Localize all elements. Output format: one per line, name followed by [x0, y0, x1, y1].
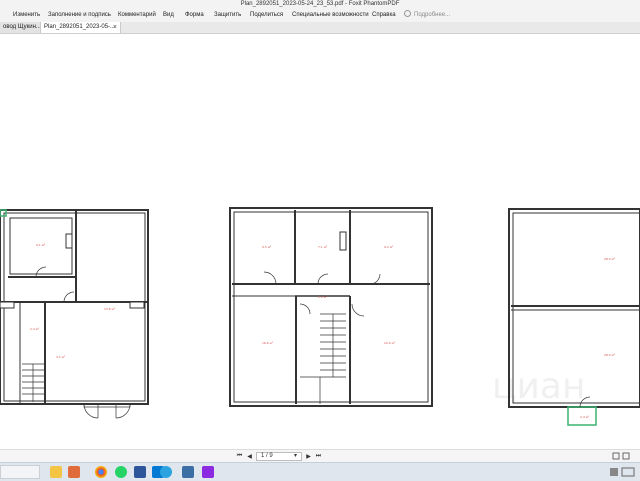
search-hint-text: Подробнее... — [414, 12, 451, 18]
document-view[interactable]: 9.1 м² 13.8 м² 2.4 м² 3.1 м² 9.5 м² 7.1 … — [0, 34, 640, 448]
tab-previous-document[interactable]: овод Щукин... — [0, 22, 41, 33]
menu-fill-sign[interactable]: Заполнение и подпись — [48, 9, 111, 22]
menu-bar: Изменить Заполнение и подпись Комментари… — [0, 9, 640, 22]
room-label: 2.4 м² — [580, 415, 590, 419]
room-label: 2.0 м² — [318, 295, 328, 299]
title-bar: Plan_2892051_2023-05-24_23_53.pdf - Foxi… — [0, 0, 640, 9]
page-number-input[interactable]: 1 / 9 ▾ — [256, 452, 302, 461]
tab-label: Plan_2892051_2023-05-... — [44, 24, 116, 30]
room-label: 16.6 м² — [262, 341, 274, 345]
tab-label: овод Щукин... — [3, 24, 41, 30]
file-explorer-icon[interactable] — [50, 466, 62, 478]
tab-plan-document[interactable]: Plan_2892051_2023-05-... × — [41, 22, 121, 33]
first-page-button[interactable]: ⏮ — [236, 453, 243, 461]
menu-accessibility[interactable]: Специальные возможности — [292, 9, 369, 22]
previous-page-button[interactable]: ◀ — [246, 453, 253, 461]
menu-view[interactable]: Вид — [163, 9, 174, 22]
room-label: 3.1 м² — [56, 355, 66, 359]
floor-plan-2 — [229, 207, 433, 407]
last-page-button[interactable]: ⏭ — [315, 453, 322, 461]
system-tray-icon[interactable] — [608, 466, 638, 478]
telegram-icon[interactable] — [160, 466, 172, 478]
lightbulb-icon — [404, 10, 411, 17]
room-label: 7.1 м² — [318, 245, 328, 249]
next-page-button[interactable]: ▶ — [305, 453, 312, 461]
word-icon[interactable] — [134, 466, 146, 478]
room-label: 9.1 м² — [36, 243, 46, 247]
page-navigation: ⏮ ◀ 1 / 9 ▾ ▶ ⏭ — [236, 452, 322, 461]
taskbar-search[interactable] — [0, 465, 40, 479]
menu-edit[interactable]: Изменить — [13, 9, 40, 22]
foxit-icon[interactable] — [202, 466, 214, 478]
menu-share[interactable]: Поделиться — [250, 9, 283, 22]
page-label: 1 / 9 — [261, 453, 273, 459]
chrome-icon[interactable] — [95, 466, 107, 478]
room-label: 28.0 м² — [604, 257, 616, 261]
calendar-icon[interactable] — [182, 466, 194, 478]
window-title: Plan_2892051_2023-05-24_23_53.pdf - Foxi… — [240, 1, 400, 7]
room-label: 28.0 м² — [604, 353, 616, 357]
view-mode-icon[interactable] — [612, 452, 632, 460]
room-label: 2.4 м² — [30, 327, 40, 331]
chevron-down-icon[interactable]: ▾ — [294, 453, 297, 460]
room-label: 20.0 м² — [384, 341, 396, 345]
menu-help[interactable]: Справка — [372, 9, 396, 22]
tell-me-search[interactable]: Подробнее... — [404, 9, 450, 22]
taskbar — [0, 462, 640, 481]
whatsapp-icon[interactable] — [115, 466, 127, 478]
close-icon[interactable]: × — [113, 22, 117, 33]
room-label: 13.8 м² — [104, 307, 116, 311]
menu-comment[interactable]: Комментарий — [118, 9, 156, 22]
floor-plan-drawing: 9.1 м² 13.8 м² 2.4 м² 3.1 м² 9.5 м² 7.1 … — [0, 207, 640, 426]
menu-protect[interactable]: Защитить — [214, 9, 241, 22]
document-tabs: овод Щукин... Plan_2892051_2023-05-... × — [0, 22, 640, 34]
floor-plan-1 — [0, 209, 149, 419]
menu-form[interactable]: Форма — [185, 9, 204, 22]
watermark-text: циан — [492, 366, 586, 407]
status-bar: ⏮ ◀ 1 / 9 ▾ ▶ ⏭ — [0, 449, 640, 463]
room-label: 9.5 м² — [262, 245, 272, 249]
room-label: 9.2 м² — [384, 245, 394, 249]
office-icon[interactable] — [68, 466, 80, 478]
